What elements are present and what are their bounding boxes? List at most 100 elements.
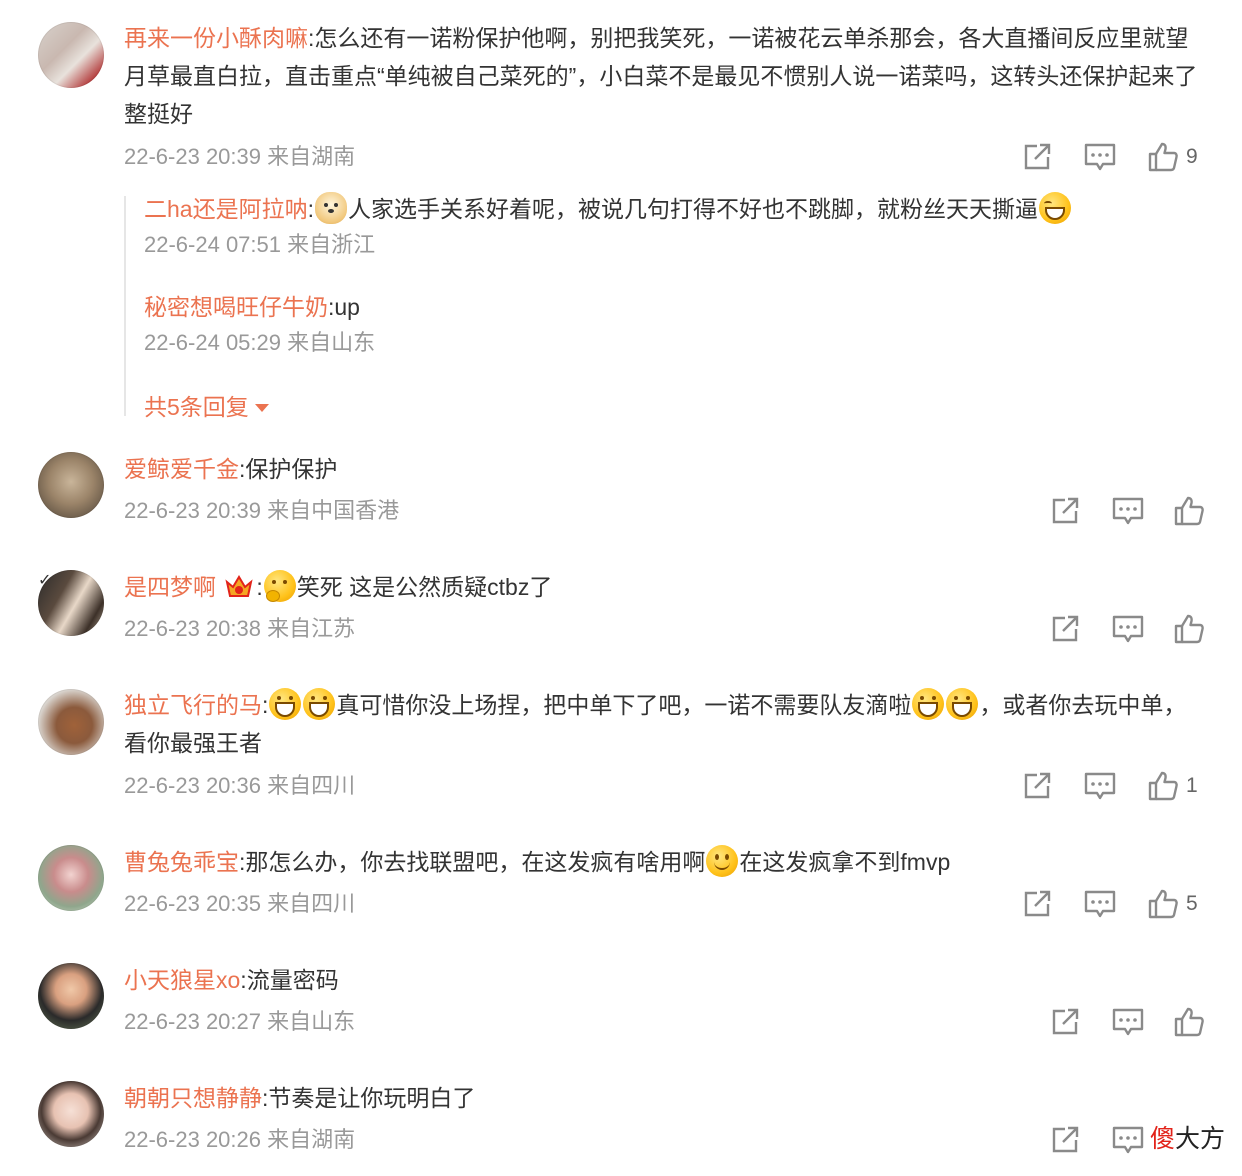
comment-actions: [1048, 1123, 1148, 1157]
more-replies-link[interactable]: 共5条回复: [144, 388, 269, 422]
comment-icon: [1084, 890, 1116, 918]
avatar[interactable]: [38, 452, 104, 518]
share-button[interactable]: [1020, 140, 1054, 174]
comment-body: 保护保护: [245, 456, 338, 482]
reply-text: 二ha还是阿拉呐: 人家选手关系好着呢，被说几句打得不好也不跳脚，就粉丝天天撕逼: [144, 190, 1194, 228]
triangle-down-icon: [254, 404, 269, 412]
avatar[interactable]: [38, 22, 104, 88]
comment-text: 曹兔兔乖宝:那怎么办，你去找联盟吧，在这发疯有啥用啊 在这发疯拿不到fmvp: [124, 843, 1204, 881]
comment-button[interactable]: [1111, 494, 1145, 528]
like-icon: [1174, 496, 1204, 526]
comment-body: 那怎么办，你去找联盟吧，在这发疯有啥用啊: [245, 849, 706, 875]
comment-icon: [1084, 143, 1116, 171]
reply-item: 二ha还是阿拉呐: 人家选手关系好着呢，被说几句打得不好也不跳脚，就粉丝天天撕逼 …: [144, 190, 1194, 257]
share-icon: [1052, 615, 1079, 642]
like-icon: [1148, 142, 1178, 172]
comment-button[interactable]: [1111, 1123, 1145, 1157]
like-button[interactable]: 5: [1146, 887, 1210, 921]
username-link[interactable]: 小天狼星xo: [124, 967, 240, 993]
comment-actions: [1048, 1005, 1208, 1039]
username-link[interactable]: 是四梦啊: [124, 574, 216, 600]
share-button[interactable]: [1048, 494, 1082, 528]
comment-body-continued: 在这发疯拿不到fmvp: [739, 849, 951, 875]
comment-body: 笑死 这是公然质疑ctbz了: [296, 574, 553, 600]
avatar[interactable]: [38, 689, 104, 755]
share-icon: [1024, 890, 1051, 917]
comment-meta: 22-6-23 20:35 来自四川: [124, 891, 356, 916]
share-button[interactable]: [1048, 612, 1082, 646]
share-button[interactable]: [1020, 769, 1054, 803]
username-link[interactable]: 再来一份小酥肉嘛: [124, 25, 308, 51]
reply-meta: 22-6-24 05:29 来自山东: [144, 330, 376, 355]
like-button[interactable]: [1172, 612, 1206, 646]
comment-actions: 5: [1020, 887, 1210, 921]
comment-text: 是四梦啊 : 笑死 这是公然质疑ctbz了: [124, 568, 1204, 606]
comment-actions: 9: [1020, 140, 1210, 174]
avatar-wrap: ✓: [38, 570, 108, 640]
like-icon: [1148, 771, 1178, 801]
like-button[interactable]: 9: [1146, 140, 1210, 174]
share-button[interactable]: [1048, 1005, 1082, 1039]
share-icon: [1024, 772, 1051, 799]
like-count: 1: [1186, 774, 1198, 797]
comment-body: 节奏是让你玩明白了: [268, 1085, 476, 1111]
like-icon: [1174, 614, 1204, 644]
avatar[interactable]: [38, 845, 104, 911]
reply-item: 秘密想喝旺仔牛奶:up 22-6-24 05:29 来自山东: [144, 288, 1194, 355]
comment-meta: 22-6-23 20:39 来自中国香港: [124, 498, 400, 523]
smile-emoji-icon: [706, 845, 739, 877]
username-link[interactable]: 秘密想喝旺仔牛奶: [144, 294, 328, 320]
like-count: 9: [1186, 145, 1198, 168]
watermark: 傻大方: [1150, 1124, 1226, 1153]
avatar[interactable]: [38, 570, 104, 636]
reply-thread: 二ha还是阿拉呐: 人家选手关系好着呢，被说几句打得不好也不跳脚，就粉丝天天撕逼 …: [124, 192, 1206, 420]
comment-text: 爱鲸爱千金:保护保护: [124, 456, 338, 482]
comment-meta: 22-6-23 20:26 来自湖南: [124, 1127, 356, 1152]
like-icon: [1148, 889, 1178, 919]
comment-meta: 22-6-23 20:38 来自江苏: [124, 616, 356, 641]
comment-actions: [1048, 612, 1208, 646]
avatar[interactable]: [38, 1081, 104, 1147]
reply-body: 人家选手关系好着呢，被说几句打得不好也不跳脚，就粉丝天天撕逼: [347, 196, 1038, 222]
comment-meta: 22-6-23 20:36 来自四川: [124, 773, 356, 798]
comment-text: 小天狼星xo:流量密码: [124, 967, 339, 993]
grin-emoji-icon: [912, 688, 945, 720]
username-link[interactable]: 二ha还是阿拉呐: [144, 196, 308, 222]
comment-button[interactable]: [1083, 887, 1117, 921]
username-link[interactable]: 朝朝只想静静: [124, 1085, 262, 1111]
comment-button[interactable]: [1083, 140, 1117, 174]
username-link[interactable]: 爱鲸爱千金: [124, 456, 239, 482]
comment-body: 流量密码: [246, 967, 339, 993]
comment-button[interactable]: [1111, 612, 1145, 646]
share-button[interactable]: [1020, 887, 1054, 921]
comment-text: 独立飞行的马: 真可惜你没上场捏，把中单下了吧，一诺不需要队友滴啦 ，或者你去玩中单…: [124, 686, 1204, 762]
comment-icon: [1112, 1008, 1144, 1036]
comment-text: 朝朝只想静静:节奏是让你玩明白了: [124, 1085, 476, 1111]
like-button[interactable]: [1172, 1005, 1206, 1039]
comment-icon: [1112, 497, 1144, 525]
grin-emoji-icon: [303, 688, 336, 720]
comment-actions: 1: [1020, 769, 1210, 803]
share-icon: [1052, 1008, 1079, 1035]
thinking-emoji-icon: [263, 570, 296, 602]
like-icon: [1174, 1007, 1204, 1037]
reply-body: up: [334, 294, 360, 320]
like-button[interactable]: [1172, 494, 1206, 528]
comment-actions: [1048, 494, 1208, 528]
crown-badge-icon: [224, 573, 254, 599]
comment-text: 再来一份小酥肉嘛:怎么还有一诺粉保护他啊，别把我笑死，一诺被花云单杀那会，各大直…: [124, 25, 1198, 127]
like-button[interactable]: 1: [1146, 769, 1210, 803]
username-link[interactable]: 独立飞行的马: [124, 692, 262, 718]
username-link[interactable]: 曹兔兔乖宝: [124, 849, 239, 875]
comment-icon: [1112, 615, 1144, 643]
comment-body: 真可惜你没上场捏，把中单下了吧，一诺不需要队友滴啦: [336, 692, 912, 718]
comment-button[interactable]: [1111, 1005, 1145, 1039]
like-count: 5: [1186, 892, 1198, 915]
share-icon: [1052, 497, 1079, 524]
share-button[interactable]: [1048, 1123, 1082, 1157]
comment-button[interactable]: [1083, 769, 1117, 803]
share-icon: [1024, 143, 1051, 170]
comment-meta: 22-6-23 20:39 来自湖南: [124, 144, 356, 169]
laugh-cry-emoji-icon: [1038, 192, 1071, 224]
avatar[interactable]: [38, 963, 104, 1029]
